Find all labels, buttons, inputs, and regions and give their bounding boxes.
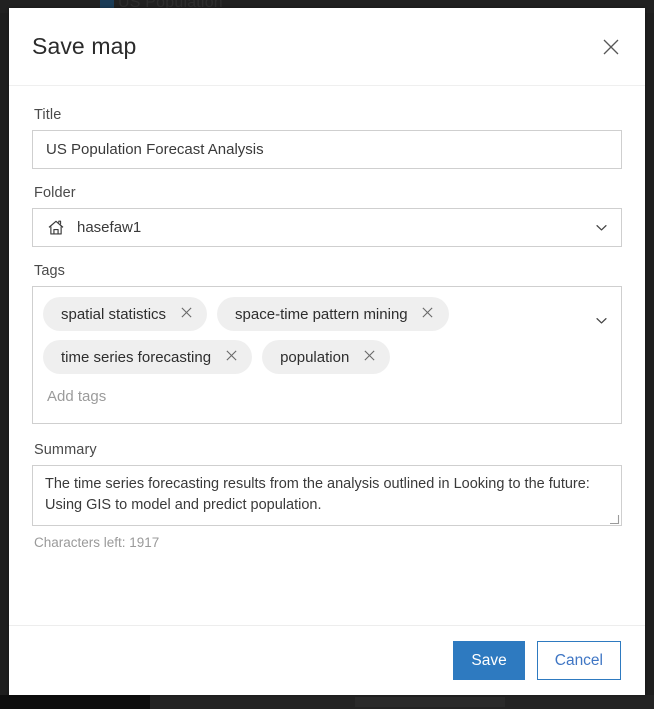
close-icon	[602, 38, 620, 56]
close-button[interactable]	[596, 32, 626, 62]
chevron-down-icon	[594, 220, 609, 235]
tags-box[interactable]: spatial statistics space-time pattern mi…	[32, 286, 622, 424]
title-input[interactable]	[32, 130, 622, 169]
summary-input[interactable]	[32, 465, 622, 526]
tag-chip[interactable]: spatial statistics	[43, 297, 208, 331]
summary-label: Summary	[34, 442, 97, 458]
folder-field-block: Folder hasefaw1	[32, 185, 622, 247]
title-field-block: Title	[32, 107, 622, 169]
backdrop-bottom-bar	[0, 695, 654, 709]
tags-dropdown-toggle[interactable]	[594, 313, 609, 328]
tag-chip-label: population	[280, 348, 350, 366]
summary-field-block: Summary Characters left: 1917	[32, 442, 622, 550]
close-icon	[363, 349, 376, 365]
home-icon	[46, 218, 65, 237]
save-button[interactable]: Save	[453, 641, 525, 680]
tags-label: Tags	[34, 263, 66, 279]
close-icon	[180, 306, 193, 322]
tags-field-block: Tags spatial statistics space-time patte…	[32, 263, 622, 424]
tag-remove-button[interactable]	[420, 306, 436, 322]
folder-select[interactable]: hasefaw1	[32, 208, 622, 247]
tag-remove-button[interactable]	[361, 349, 377, 365]
tag-remove-button[interactable]	[178, 306, 194, 322]
title-label: Title	[34, 107, 62, 123]
tags-input[interactable]	[43, 377, 611, 415]
tag-chip[interactable]: population	[262, 340, 391, 374]
tag-chip-label: spatial statistics	[61, 305, 167, 323]
dialog-header: Save map	[9, 8, 645, 86]
summary-wrap	[32, 465, 622, 526]
cancel-button[interactable]: Cancel	[536, 641, 621, 680]
tag-chip[interactable]: space-time pattern mining	[217, 297, 449, 331]
tag-chip[interactable]: time series forecasting	[43, 340, 253, 374]
folder-value: hasefaw1	[77, 219, 142, 236]
chevron-down-icon	[594, 313, 609, 328]
characters-left-text: Characters left: 1917	[34, 535, 160, 550]
dialog-body: Title Folder hasefaw1	[9, 86, 645, 625]
tag-chip-label: space-time pattern mining	[235, 305, 408, 323]
backdrop-bottom-chip	[355, 697, 505, 707]
close-icon	[225, 349, 238, 365]
folder-label: Folder	[34, 185, 76, 201]
tag-chip-label: time series forecasting	[61, 348, 212, 366]
tag-remove-button[interactable]	[223, 349, 239, 365]
save-map-dialog: Save map Title Folder	[9, 8, 645, 695]
close-icon	[421, 306, 434, 322]
page-title: Save map	[32, 33, 137, 59]
backdrop-bottom-left-block	[0, 695, 150, 709]
dialog-footer: Save Cancel	[9, 625, 645, 695]
tag-chip-list: spatial statistics space-time pattern mi…	[43, 297, 611, 374]
